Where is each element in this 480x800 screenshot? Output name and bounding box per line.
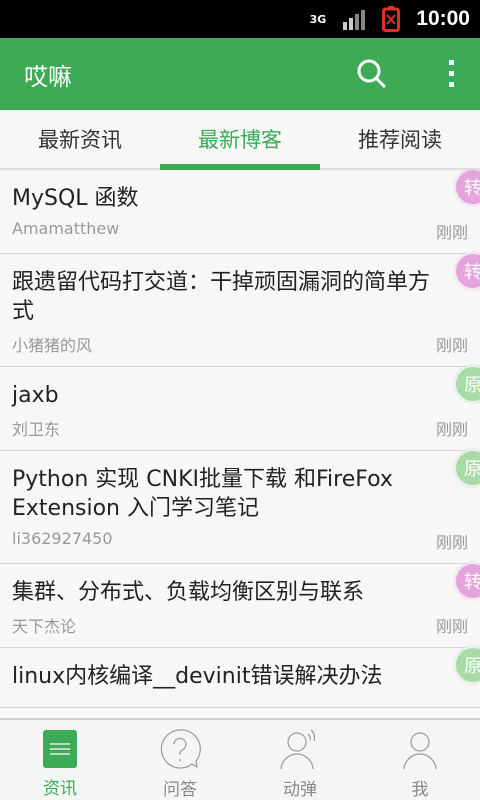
- list-item[interactable]: 原 Python 实现 CNKI批量下载 和FireFox Extension …: [0, 449, 480, 564]
- nav-tweets[interactable]: 动弹: [240, 720, 360, 800]
- blog-author: 小猪猪的风: [12, 336, 93, 355]
- clock: 10:00: [416, 7, 470, 30]
- blog-time: 刚刚: [435, 420, 468, 439]
- status-bar: 3G 10:00: [0, 0, 480, 38]
- blog-title: 跟遗留代码打交道：干掉顽固漏洞的简单方式: [12, 270, 431, 324]
- blog-time: 刚刚: [435, 336, 468, 355]
- tab-latest-news[interactable]: 最新资讯: [0, 110, 160, 168]
- blog-time: 刚刚: [435, 617, 468, 636]
- list-item[interactable]: 转 跟遗留代码打交道：干掉顽固漏洞的简单方式 小猪猪的风 刚刚: [0, 252, 480, 367]
- blog-list[interactable]: 转 MySQL 函数 Amamatthew 刚刚转 跟遗留代码打交道：干掉顽固漏洞…: [0, 170, 480, 718]
- nav-label: 资讯: [43, 779, 77, 799]
- blog-title: Python 实现 CNKI批量下载 和FireFox Extension 入门…: [12, 467, 393, 521]
- list-item[interactable]: 原 linux内核编译__devinit错误解决办法: [0, 646, 480, 708]
- nav-qa[interactable]: 问答: [120, 720, 240, 800]
- user-broadcast-icon: [280, 729, 316, 769]
- overflow-menu-icon[interactable]: [448, 58, 456, 90]
- nav-news[interactable]: 资讯: [0, 720, 120, 800]
- nav-label: 动弹: [283, 780, 317, 800]
- blog-time: 刚刚: [435, 533, 468, 552]
- news-icon: [43, 730, 77, 768]
- bottom-nav: 资讯 问答 动弹 我: [0, 718, 480, 800]
- blog-title: linux内核编译__devinit错误解决办法: [12, 664, 383, 689]
- blog-author: li362927450: [12, 529, 113, 548]
- user-icon: [403, 732, 437, 769]
- nav-label: 问答: [163, 780, 197, 800]
- blog-author: Amamatthew: [12, 219, 120, 238]
- blog-author: 天下杰论: [12, 617, 77, 636]
- blog-title: MySQL 函数: [12, 186, 139, 211]
- blog-title: jaxb: [12, 383, 59, 408]
- signal-icon: [343, 10, 366, 30]
- question-bubble-icon: [160, 729, 201, 769]
- blog-author: 刘卫东: [12, 420, 61, 439]
- nav-me[interactable]: 我: [360, 720, 480, 800]
- nav-label: 我: [411, 780, 429, 800]
- blog-time: 刚刚: [435, 223, 468, 242]
- list-item[interactable]: 原 jaxb 刘卫东 刚刚: [0, 365, 480, 451]
- toolbar: 哎嘛: [0, 38, 480, 110]
- app-title: 哎嘛: [24, 62, 72, 91]
- tab-latest-blogs[interactable]: 最新博客: [160, 110, 320, 170]
- search-icon[interactable]: [356, 58, 388, 90]
- tab-recommended[interactable]: 推荐阅读: [320, 110, 480, 168]
- network-3g-icon: 3G: [309, 12, 327, 26]
- blog-title: 集群、分布式、负载均衡区别与联系: [12, 580, 365, 605]
- battery-empty-icon: [382, 6, 401, 32]
- tab-bar: 最新资讯 最新博客 推荐阅读: [0, 110, 480, 170]
- list-item[interactable]: 转 集群、分布式、负载均衡区别与联系 天下杰论 刚刚: [0, 562, 480, 648]
- list-item[interactable]: 转 MySQL 函数 Amamatthew 刚刚: [0, 170, 480, 254]
